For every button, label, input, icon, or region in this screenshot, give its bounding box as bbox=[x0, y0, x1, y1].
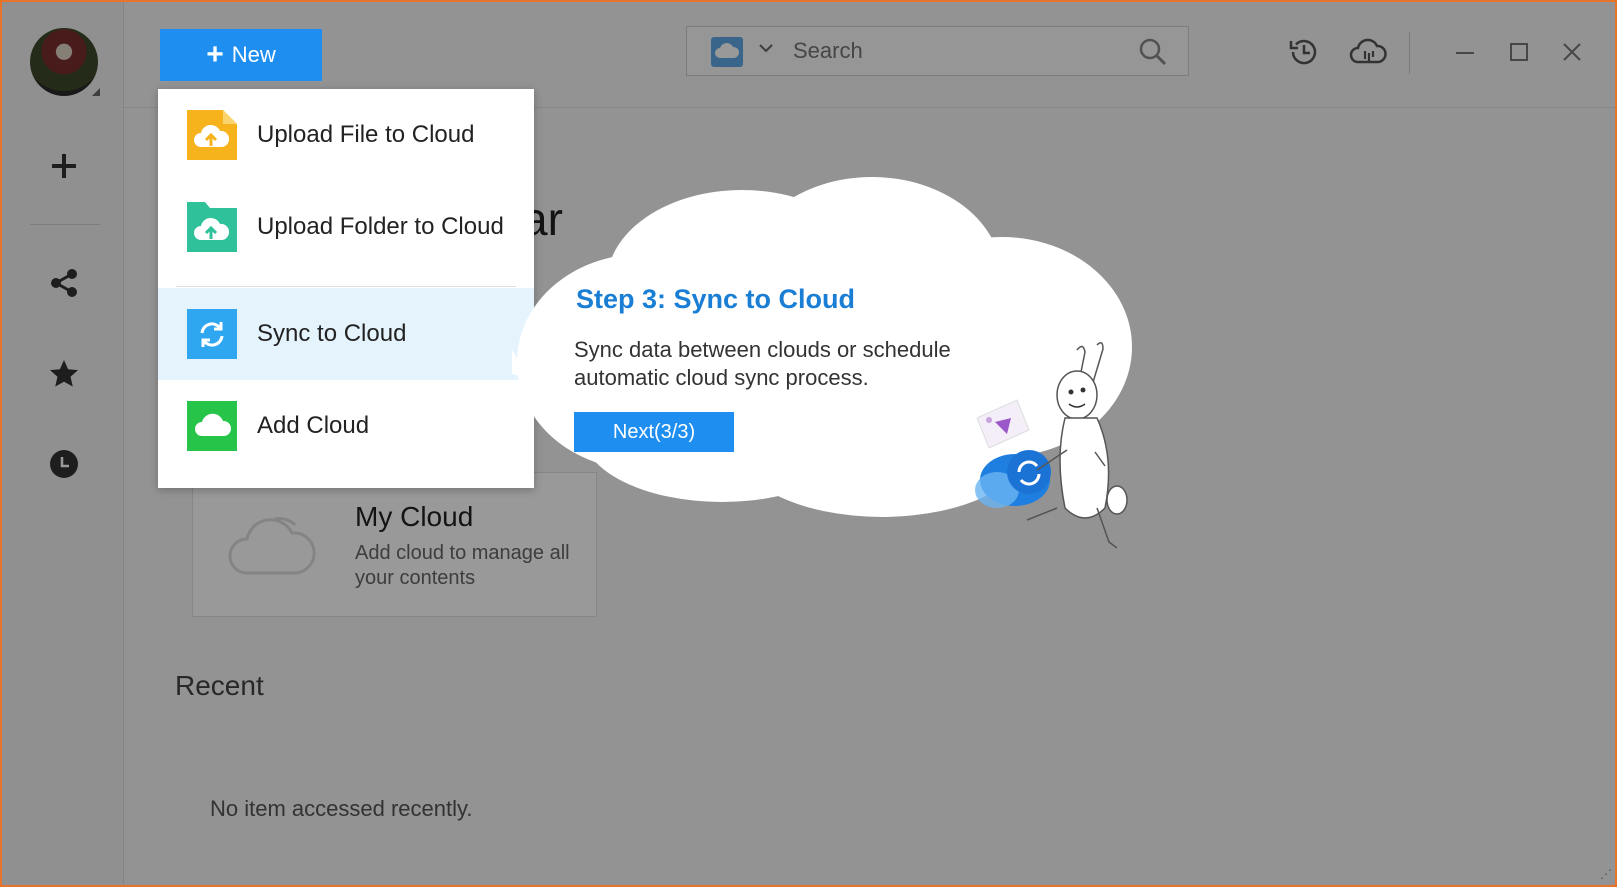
new-menu: Upload File to Cloud Upload Folder to Cl… bbox=[158, 89, 534, 488]
menu-divider bbox=[176, 286, 516, 287]
new-button-label: New bbox=[231, 42, 276, 67]
menu-item-add-cloud[interactable]: Add Cloud bbox=[158, 380, 534, 472]
tooltip-title: Step 3: Sync to Cloud bbox=[576, 284, 856, 314]
mascot-illustration bbox=[975, 342, 1128, 549]
next-button[interactable]: Next(3/3) bbox=[574, 412, 734, 452]
new-button[interactable]: + New bbox=[160, 29, 322, 81]
menu-item-upload-file[interactable]: Upload File to Cloud bbox=[158, 89, 534, 181]
upload-folder-icon bbox=[187, 202, 237, 252]
tooltip-description: Sync data between clouds or schedule aut… bbox=[574, 337, 951, 390]
sync-icon bbox=[187, 309, 237, 359]
app-window: ar My Cloud Add cloud to manage all your… bbox=[0, 0, 1617, 887]
menu-item-label: Upload File to Cloud bbox=[257, 121, 475, 148]
add-cloud-icon bbox=[187, 401, 237, 451]
menu-item-label: Upload Folder to Cloud bbox=[257, 213, 504, 240]
upload-file-icon bbox=[187, 110, 237, 160]
menu-item-label: Sync to Cloud bbox=[257, 320, 407, 347]
menu-item-upload-folder[interactable]: Upload Folder to Cloud bbox=[158, 181, 534, 273]
plus-icon: + bbox=[206, 38, 224, 71]
menu-item-sync[interactable]: Sync to Cloud bbox=[158, 288, 534, 380]
menu-item-label: Add Cloud bbox=[257, 412, 370, 439]
